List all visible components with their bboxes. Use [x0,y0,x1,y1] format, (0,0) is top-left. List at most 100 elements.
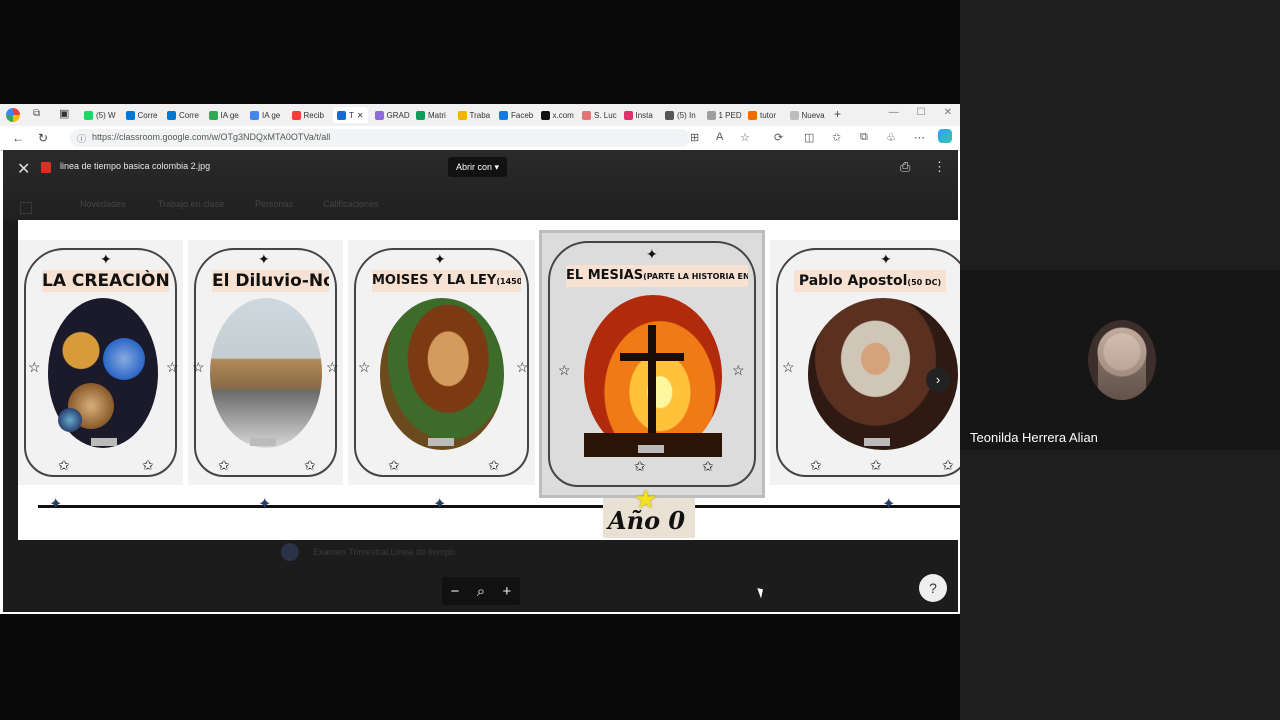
window-close-icon[interactable]: ✕ [944,107,952,118]
browser-tab[interactable]: Traba [457,107,491,123]
star-icon: ☆ [28,359,41,375]
browser-tab[interactable]: Matri [416,107,446,123]
panel-title-text: Pablo Apostol [798,273,908,289]
caption-plate [638,445,664,453]
tab-favicon-icon [84,110,93,120]
new-tab-button[interactable]: + [834,107,841,121]
workspaces-icon[interactable]: ⧉ [33,108,40,119]
collections-icon[interactable]: ⧉ [860,131,868,144]
panel-moses: MOISES Y LA LEY(1450 AC) ✦ ☆ ☆ ✩ ✩ [348,240,535,485]
tab-label: x.com [552,110,574,120]
close-icon[interactable]: ✕ [17,159,30,179]
browser-tab[interactable]: (5) W [84,107,116,123]
browser-tab[interactable]: IA ge [250,107,280,123]
tab-favicon-icon [499,110,508,120]
tab-favicon-icon [789,110,799,120]
star-icon: ✦ [880,251,892,267]
tab-label: S. Luc [594,110,617,120]
chevron-right-icon[interactable]: › [926,368,950,392]
tab-label: Faceb [511,110,534,120]
reload-icon[interactable]: ↻ [38,131,48,145]
split-screen-icon[interactable]: ◫ [804,131,814,144]
browser-tab[interactable]: 1 PED [706,107,742,123]
panel-title-date: (50 DC) [907,278,942,287]
print-icon[interactable]: ⎙ [900,159,910,175]
tab-favicon-icon [540,110,550,120]
tab-label: Traba [469,110,491,120]
tab-favicon-icon [167,110,176,120]
tab-label: IA ge [220,110,239,120]
browser-tab[interactable]: tutor [748,107,776,123]
tab-close-icon[interactable]: ✕ [357,111,364,120]
tab-favicon-icon [291,110,301,120]
star-icon: ✦ [646,246,658,262]
maximize-icon[interactable]: ☐ [917,107,926,118]
plus-icon[interactable]: + [503,583,512,600]
browser-tab[interactable]: IA ge [208,107,239,123]
help-icon[interactable]: ? [919,574,947,602]
file-name: linea de tiempo basica colombia 2.jpg [60,161,211,171]
browser-tab[interactable]: x.com [540,107,574,123]
browser-tab[interactable]: Recib [291,107,324,123]
panel-flood: El Diluvio-Noe- ✦ ☆ ☆ ✩ ✩ [188,240,343,485]
star-icon: ✩ [634,458,646,474]
viewer-header: ✕ linea de tiempo basica colombia 2.jpg … [3,150,958,220]
timeline-image: LA CREACIÒN ✦ ☆ ☆ ✩ ✩ El Diluvio-Noe- [18,220,960,540]
minimize-icon[interactable]: — [889,107,899,118]
favorite-star-icon[interactable]: ☆ [740,131,750,144]
tab-label: GRAD [386,110,410,120]
site-info-icon[interactable]: ⓘ [77,132,86,145]
read-aloud-icon[interactable]: A [716,131,723,143]
browser-window: ⧉ ▣ (5) W Corre Corre IA ge IA ge Recib T ✕ GRAD… [0,104,960,614]
app-icon[interactable]: ⊞ [690,131,699,144]
tab-label: (5) In [677,110,696,120]
browser-tab[interactable]: Nueva [789,107,825,123]
star-icon: ☆ [326,359,339,375]
browser-tab[interactable]: Corre [167,107,199,123]
open-with-button[interactable]: Abrir con ▾ [448,157,508,177]
caption-plate [91,438,117,446]
profile-icon[interactable] [6,108,20,122]
more-vertical-icon[interactable]: ⋮ [933,159,946,175]
back-icon[interactable]: ← [12,131,24,145]
browser-tab[interactable]: GRAD [374,107,410,123]
timeline-marker-icon: ✦ [258,496,272,513]
url-field[interactable]: ⓘ https://classroom.google.com/w/OTg3NDQ… [70,129,690,147]
browser-tab[interactable]: T ✕ [333,107,368,123]
settings-more-icon[interactable]: ⋯ [914,131,925,144]
timeline-marker-icon: ✦ [49,496,63,513]
tab-actions-icon[interactable]: ▣ [59,107,69,120]
ghost-tab-personas: Personas [255,199,294,209]
tab-favicon-icon [457,110,467,120]
minus-icon[interactable]: − [451,583,460,600]
home-icon [20,202,32,214]
browser-tab[interactable]: Faceb [499,107,533,123]
star-icon: ☆ [516,359,529,375]
chevron-down-icon: ▾ [494,162,500,172]
url-text: https://classroom.google.com/w/OTg3NDQxM… [92,132,331,142]
star-icon: ☆ [192,359,205,375]
tab-favicon-icon [125,110,135,120]
panel-title: MOISES Y LA LEY(1450 AC) [372,270,521,292]
caption-plate [428,438,454,446]
browser-tab[interactable]: S. Luc [582,107,617,123]
star-icon: ☆ [558,362,571,378]
browser-tab[interactable]: Corre [125,107,158,123]
star-icon: ✩ [58,457,70,473]
browser-tab[interactable]: Insta [623,107,653,123]
extension-icon[interactable]: ♧ [886,131,896,144]
zoom-icon[interactable]: ⌕ [477,583,485,600]
star-icon: ☆ [166,359,179,375]
star-icon: ✩ [304,457,316,473]
panel-title-text: EL MESIAS [566,268,644,283]
star-icon: ✦ [100,251,112,267]
ghost-tab-calificaciones: Calificaciones [323,199,379,209]
tab-label: Corre [137,110,158,120]
browser-tab[interactable]: (5) In [665,107,696,123]
favorites-icon[interactable]: ✩ [832,131,841,144]
refresh-extension-icon[interactable]: ⟳ [774,131,783,144]
address-bar: ← ↻ ⓘ https://classroom.google.com/w/OTg… [0,126,960,151]
star-icon: ☆ [782,359,795,375]
copilot-icon[interactable] [938,129,952,143]
tab-favicon-icon [208,110,218,120]
